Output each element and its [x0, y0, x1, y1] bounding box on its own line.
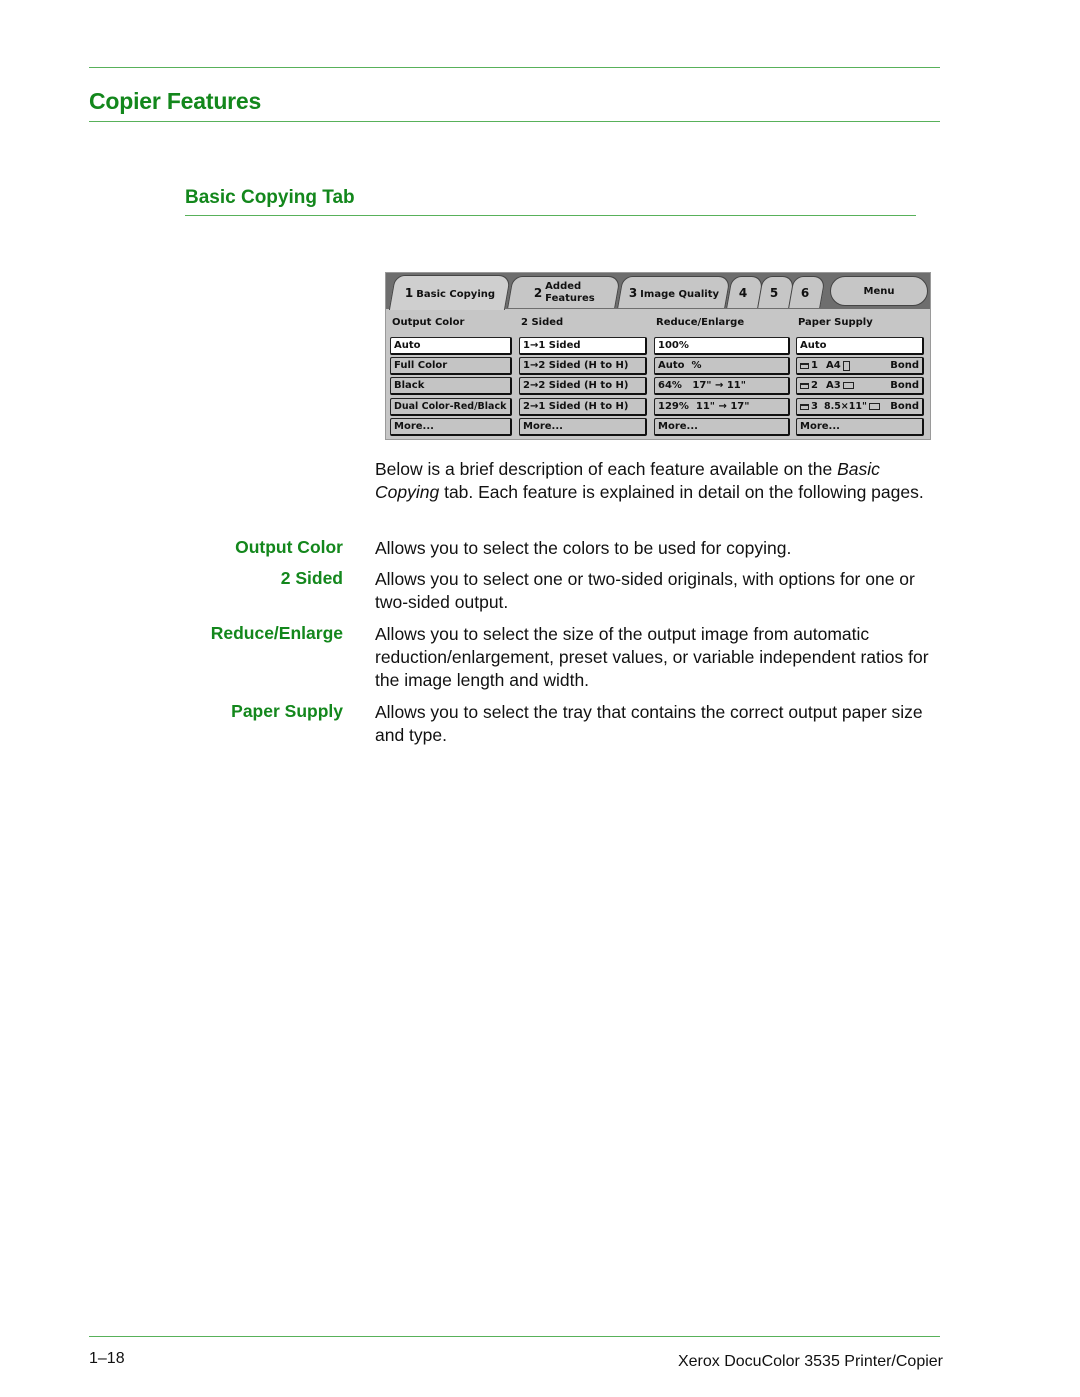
reduce-enlarge-option[interactable]: 64% 17" → 11": [654, 377, 790, 395]
paper-supply-more-button[interactable]: More...: [796, 418, 924, 436]
two-sided-option[interactable]: 2→1 Sided (H to H): [519, 398, 647, 416]
tab-basic-copying[interactable]: 1 Basic Copying: [388, 275, 512, 310]
two-sided-option[interactable]: 1→2 Sided (H to H): [519, 357, 647, 375]
feature-description-2-sided: Allows you to select one or two-sided or…: [375, 569, 915, 612]
menu-button[interactable]: Menu: [830, 276, 928, 306]
reduce-enlarge-more-button[interactable]: More...: [654, 418, 790, 436]
two-sided-label: 2 Sided: [521, 317, 564, 328]
output-color-option[interactable]: Dual Color-Red/Black: [390, 398, 512, 416]
two-sided-option[interactable]: 1→1 Sided: [519, 337, 647, 355]
section-title-underline: [89, 121, 940, 122]
feature-description-output-color: Allows you to select the colors to be us…: [375, 538, 792, 558]
tab-added-features[interactable]: 2 Added Features: [507, 276, 621, 308]
reduce-enlarge-option[interactable]: Auto %: [654, 357, 790, 375]
reduce-enlarge-label: Reduce/Enlarge: [656, 317, 745, 328]
footer-rule: [89, 1336, 940, 1337]
two-sided-more-button[interactable]: More...: [519, 418, 647, 436]
paper-tray-icon: [800, 362, 809, 369]
paper-tray-option[interactable]: 3 8.5×11" Bond: [796, 398, 924, 416]
product-name: Xerox DocuColor 3535 Printer/Copier: [677, 1353, 943, 1370]
section-title: Copier Features: [89, 88, 262, 114]
paper-tray-option[interactable]: 1 A4 Bond: [796, 357, 924, 375]
top-rule: [89, 67, 940, 68]
reduce-enlarge-option[interactable]: 100%: [654, 337, 790, 355]
portrait-sheet-icon: [842, 360, 850, 371]
feature-term-2-sided: 2 Sided: [280, 568, 343, 588]
landscape-sheet-icon: [868, 403, 880, 410]
paper-tray-icon: [800, 382, 809, 389]
tab-6[interactable]: 6: [788, 276, 826, 308]
reduce-enlarge-option[interactable]: 129% 11" → 17": [654, 398, 790, 416]
paper-supply-label: Paper Supply: [798, 317, 873, 328]
feature-term-paper-supply: Paper Supply: [231, 701, 343, 721]
page-number: 1–18: [89, 1350, 125, 1367]
two-sided-option[interactable]: 2→2 Sided (H to H): [519, 377, 647, 395]
tab-bar: 1 Basic Copying 2 Added Features 3 Image Qua…: [386, 273, 930, 310]
paper-tray-icon: [800, 403, 809, 410]
output-color-more-button[interactable]: More...: [390, 418, 512, 436]
basic-copying-panel: Output Color Auto Full Color Black Dual …: [386, 309, 930, 439]
output-color-option[interactable]: Black: [390, 377, 512, 395]
feature-description-reduce-enlarge: Allows you to select the size of the out…: [375, 624, 929, 690]
subsection-title: Basic Copying Tab: [185, 187, 355, 208]
feature-term-output-color: Output Color: [235, 537, 343, 557]
feature-term-reduce-enlarge: Reduce/Enlarge: [210, 623, 343, 643]
tab-image-quality[interactable]: 3 Image Quality: [617, 276, 731, 308]
feature-description-paper-supply: Allows you to select the tray that conta…: [375, 702, 923, 745]
output-color-option[interactable]: Auto: [390, 337, 512, 355]
paper-tray-option[interactable]: 2 A3 Bond: [796, 377, 924, 395]
landscape-sheet-icon: [842, 382, 854, 389]
copier-ui-screenshot: 1 Basic Copying 2 Added Features 3 Image Qua…: [385, 272, 931, 440]
output-color-label: Output Color: [392, 317, 465, 328]
paper-supply-option[interactable]: Auto: [796, 337, 924, 355]
output-color-option[interactable]: Full Color: [390, 357, 512, 375]
intro-paragraph: Below is a brief description of each fea…: [375, 459, 924, 502]
subsection-title-underline: [185, 215, 916, 216]
